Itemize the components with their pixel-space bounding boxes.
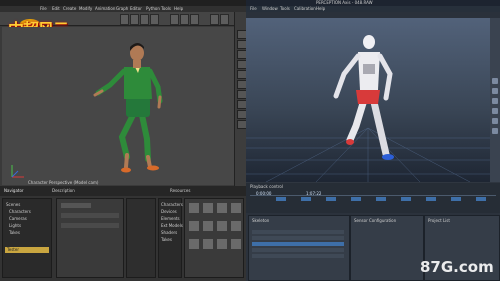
view-tool-icon[interactable] [492, 88, 498, 94]
menu-help[interactable]: Help [316, 6, 325, 11]
sensor-config-panel: Sensor Configuration [350, 215, 424, 281]
description-panel [56, 198, 124, 278]
character-viewport[interactable]: Character Perspective (Model cam) [2, 27, 234, 185]
resource-icon[interactable] [217, 221, 227, 231]
left-application-window: File Edit Create Modify Animation Graph … [0, 0, 247, 281]
right-side-toolbar [490, 18, 500, 182]
toolbar-button[interactable] [120, 14, 129, 25]
timeline-marker[interactable] [476, 197, 486, 201]
timeline-marker[interactable] [326, 197, 336, 201]
toolbar-button[interactable] [130, 14, 139, 25]
list-item[interactable] [252, 236, 344, 240]
menu-tools[interactable]: Tools [280, 6, 290, 11]
panel-title: Sensor Configuration [354, 218, 397, 223]
resource-item[interactable]: Shaders [161, 230, 177, 235]
menu-editor[interactable]: Editor [130, 6, 142, 11]
timeline-marker[interactable] [351, 197, 361, 201]
resource-icon[interactable] [203, 203, 213, 213]
tree-item[interactable]: Cameras [9, 216, 27, 221]
timeline-marker[interactable] [451, 197, 461, 201]
panel-title: Project List [428, 218, 450, 223]
playback-control-bar: Playback control 0:00:00 1:07:22 [246, 183, 500, 213]
soccer-player-model [93, 43, 163, 173]
viewport-caption: Character Perspective (Model cam) [28, 180, 99, 185]
menu-file[interactable]: File [40, 6, 47, 11]
view-tool-icon[interactable] [492, 128, 498, 134]
list-item[interactable] [252, 230, 344, 234]
tree-item-selected[interactable]: Tester [5, 247, 49, 253]
toolbar-button[interactable] [190, 14, 199, 25]
right-application-window: PERCEPTION Axis - 048.RAW File Window To… [246, 0, 500, 281]
resource-icon[interactable] [203, 239, 213, 249]
menu-modify[interactable]: Modify [79, 6, 92, 11]
menu-calibration[interactable]: Calibration [294, 6, 316, 11]
view-tool-icon[interactable] [492, 118, 498, 124]
resource-icon[interactable] [231, 239, 241, 249]
tree-item[interactable]: Scenes [6, 202, 20, 207]
navigator-tree: Scenes Characters Cameras Lights Takes T… [2, 198, 52, 278]
resource-item[interactable]: Ext Models [161, 223, 183, 228]
view-tool-icon[interactable] [492, 98, 498, 104]
timeline-marker[interactable] [401, 197, 411, 201]
resources-list: Characters Devices Elements Ext Models S… [158, 198, 183, 278]
menu-edit[interactable]: Edit [52, 6, 60, 11]
skeleton-list-panel: Skeleton [248, 215, 350, 281]
list-item[interactable] [252, 254, 344, 258]
view-tool-icon[interactable] [492, 108, 498, 114]
resource-item[interactable]: Elements [161, 216, 180, 221]
resource-icon[interactable] [231, 221, 241, 231]
timeline-marker[interactable] [426, 197, 436, 201]
panel-title: Skeleton [252, 218, 270, 223]
timeline-track[interactable] [250, 195, 496, 196]
left-side-toolbar [234, 12, 247, 197]
resource-item[interactable]: Characters [161, 202, 183, 207]
menu-graph[interactable]: Graph [116, 6, 128, 11]
resource-item[interactable]: Devices [161, 209, 177, 214]
site-watermark: 87G.com [420, 258, 498, 278]
resource-icon[interactable] [217, 203, 227, 213]
toolbar-button[interactable] [140, 14, 149, 25]
resource-icon[interactable] [231, 203, 241, 213]
resource-item[interactable]: Takes [161, 237, 172, 242]
timeline-marker[interactable] [276, 197, 286, 201]
tab-description[interactable]: Description [52, 188, 75, 193]
tab-navigator[interactable]: Navigator [4, 188, 24, 193]
tree-item[interactable]: Lights [9, 223, 21, 228]
window-title: PERCEPTION Axis - 048.RAW [316, 0, 373, 5]
timeline-marker[interactable] [301, 197, 311, 201]
menu-animation[interactable]: Animation [95, 6, 115, 11]
resource-icon[interactable] [189, 203, 199, 213]
view-tool-icon[interactable] [492, 78, 498, 84]
tree-item[interactable]: Takes [9, 230, 20, 235]
properties-panel [126, 198, 156, 278]
toolbar-button[interactable] [210, 14, 219, 25]
playback-tab-label: Playback control [250, 184, 283, 189]
resource-icon[interactable] [189, 221, 199, 231]
toolbar-button[interactable] [180, 14, 189, 25]
resource-icon[interactable] [189, 239, 199, 249]
toolbar-button[interactable] [150, 14, 159, 25]
menu-create[interactable]: Create [63, 6, 76, 11]
timeline-marker[interactable] [376, 197, 386, 201]
toolbar-button[interactable] [170, 14, 179, 25]
bottom-tab-bar: Navigator Description Resources [0, 186, 246, 196]
menu-file[interactable]: File [250, 6, 257, 11]
site-watermark-text: 87G.com [420, 258, 494, 276]
list-item-selected[interactable] [252, 242, 344, 246]
robot-skeleton-model [246, 35, 490, 182]
skeleton-viewport[interactable] [246, 18, 490, 182]
left-bottom-panels: Navigator Description Resources Scenes C… [0, 186, 246, 281]
resource-icon[interactable] [217, 239, 227, 249]
menu-window[interactable]: Window [262, 6, 278, 11]
toolbar-button[interactable] [220, 14, 229, 25]
tab-resources[interactable]: Resources [170, 188, 190, 193]
tree-item[interactable]: Characters [9, 209, 31, 214]
menu-help[interactable]: Help [174, 6, 183, 11]
axis-gizmo-icon [11, 165, 24, 178]
resource-icon[interactable] [203, 221, 213, 231]
menu-python-tools[interactable]: Python Tools [146, 6, 171, 11]
list-item[interactable] [252, 248, 344, 252]
resource-icon-grid [184, 198, 244, 278]
